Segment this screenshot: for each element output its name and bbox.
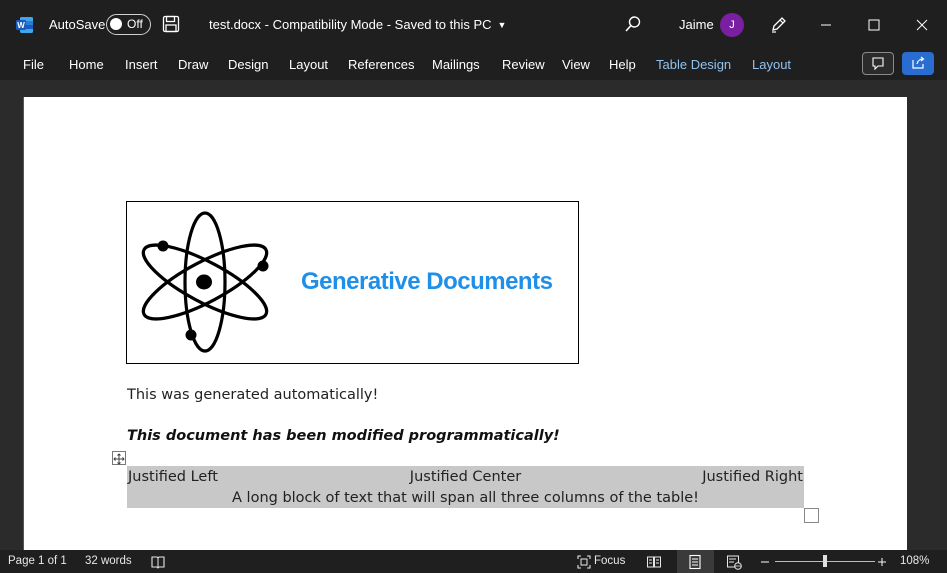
tab-references[interactable]: References: [348, 57, 414, 72]
word-app-icon: W: [16, 17, 33, 33]
chevron-down-icon: ▼: [497, 20, 507, 30]
maximize-icon[interactable]: [859, 10, 889, 40]
tab-draw[interactable]: Draw: [178, 57, 208, 72]
zoom-slider-thumb[interactable]: [823, 555, 827, 567]
focus-label[interactable]: Focus: [594, 555, 625, 567]
ribbon-tabs: File Home Insert Draw Design Layout Refe…: [0, 50, 947, 80]
autosave-state: Off: [127, 17, 143, 31]
zoom-in-icon[interactable]: [874, 554, 890, 570]
tab-layout[interactable]: Layout: [289, 57, 328, 72]
tab-review[interactable]: Review: [502, 57, 545, 72]
paragraph-generated[interactable]: This was generated automatically!: [127, 387, 378, 403]
minimize-icon[interactable]: [811, 10, 841, 40]
zoom-level[interactable]: 108%: [900, 555, 929, 567]
share-icon: [912, 56, 925, 69]
status-bar: Page 1 of 1 32 words Focus 108%: [0, 550, 947, 573]
tab-view[interactable]: View: [562, 57, 590, 72]
print-layout-icon[interactable]: [687, 554, 703, 570]
atom-logo-image[interactable]: [135, 210, 275, 355]
avatar[interactable]: J: [720, 13, 744, 37]
autosave-toggle[interactable]: Off: [106, 14, 151, 35]
tab-table-design[interactable]: Table Design: [656, 57, 731, 72]
tab-help[interactable]: Help: [609, 57, 636, 72]
document-title[interactable]: test.docx - Compatibility Mode - Saved t…: [209, 17, 506, 32]
search-icon[interactable]: [624, 15, 642, 33]
table-move-handle[interactable]: [112, 451, 126, 465]
comment-icon: [872, 57, 884, 71]
tab-file[interactable]: File: [23, 57, 44, 72]
title-bar: W AutoSave Off test.docx - Compatibility…: [0, 0, 947, 50]
document-title-text: test.docx - Compatibility Mode - Saved t…: [209, 17, 492, 32]
page-count[interactable]: Page 1 of 1: [8, 555, 67, 567]
paragraph-modified[interactable]: This document has been modified programm…: [127, 428, 560, 444]
user-name[interactable]: Jaime: [679, 17, 714, 32]
toggle-knob: [110, 18, 122, 30]
tab-mailings[interactable]: Mailings: [432, 57, 480, 72]
web-layout-icon[interactable]: [726, 554, 742, 570]
tab-design[interactable]: Design: [228, 57, 268, 72]
read-mode-icon[interactable]: [646, 554, 662, 570]
justified-table[interactable]: Justified Left Justified Center Justifie…: [127, 466, 804, 508]
tab-home[interactable]: Home: [69, 57, 104, 72]
brand-title: Generative Documents: [301, 268, 553, 295]
zoom-out-icon[interactable]: [757, 554, 773, 570]
cell-justified-right[interactable]: Justified Right: [702, 469, 803, 485]
share-button[interactable]: [902, 52, 934, 75]
pen-icon[interactable]: [769, 14, 789, 34]
save-icon[interactable]: [162, 15, 180, 33]
tab-table-layout[interactable]: Layout: [752, 57, 791, 72]
svg-text:W: W: [17, 21, 25, 30]
autosave-label: AutoSave: [49, 17, 106, 32]
proofing-book-icon[interactable]: [150, 554, 166, 570]
focus-icon[interactable]: [576, 554, 592, 570]
comments-button[interactable]: [862, 52, 894, 75]
close-icon[interactable]: [907, 10, 937, 40]
move-icon: [113, 453, 125, 465]
cell-spanning-row[interactable]: A long block of text that will span all …: [127, 490, 804, 506]
table-resize-handle[interactable]: [804, 508, 819, 523]
tab-insert[interactable]: Insert: [125, 57, 158, 72]
word-count[interactable]: 32 words: [85, 555, 132, 567]
